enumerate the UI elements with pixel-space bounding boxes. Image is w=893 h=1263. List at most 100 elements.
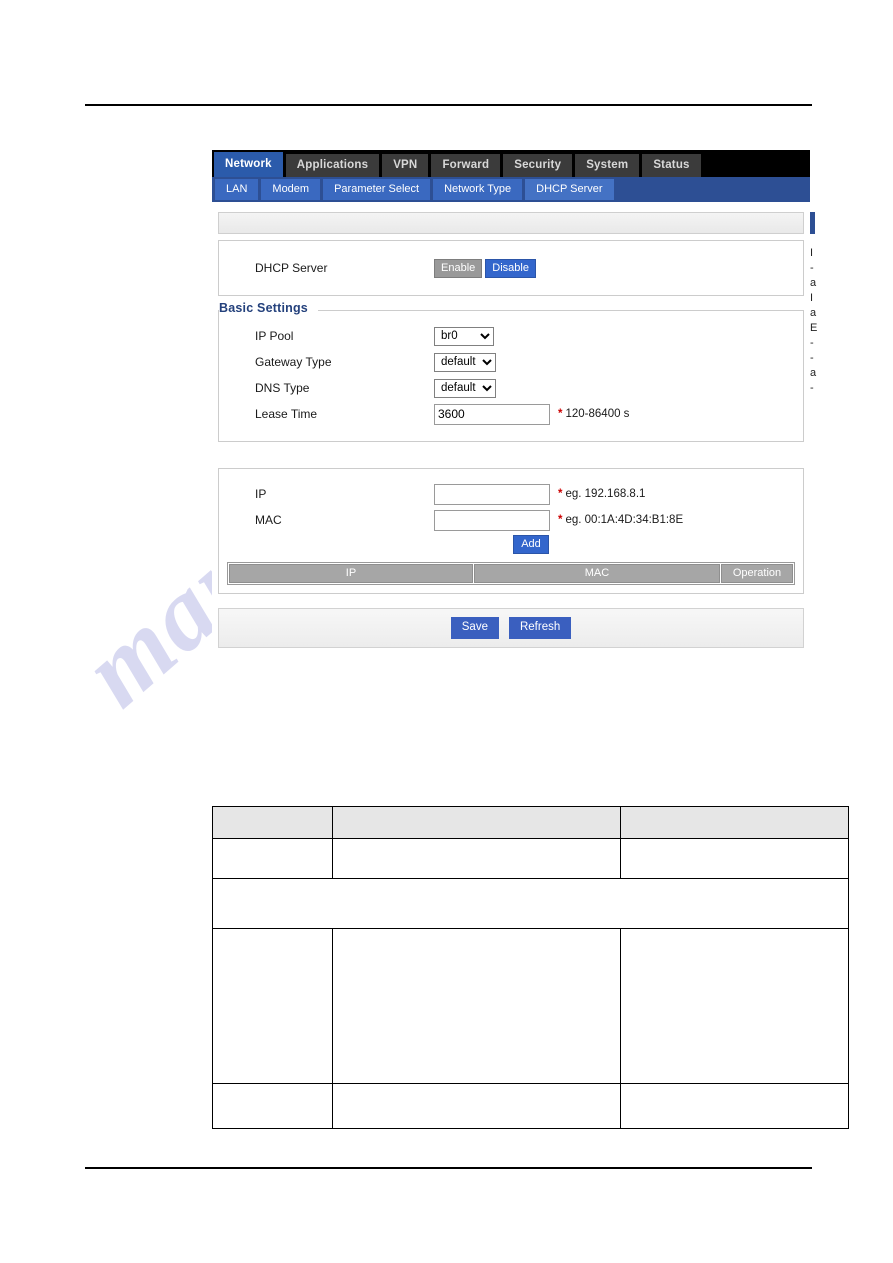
- lease-time-label: Lease Time: [255, 407, 318, 421]
- help-fragment: -: [810, 352, 814, 364]
- table-header-row: [212, 806, 849, 839]
- gateway-type-select[interactable]: default: [434, 352, 496, 372]
- parameter-description-table: [212, 806, 849, 1129]
- binding-col-mac: MAC: [474, 564, 720, 583]
- page-header-rule: [85, 104, 812, 106]
- ip-pool-label: IP Pool: [255, 329, 294, 343]
- secondary-navigation: LAN Modem Parameter Select Network Type …: [212, 177, 810, 202]
- lease-time-hint: * 120-86400 s: [558, 408, 629, 420]
- table-cell: [212, 928, 333, 1084]
- nav-tab-forward[interactable]: Forward: [431, 154, 501, 177]
- basic-settings-legend: Basic Settings: [219, 301, 803, 315]
- nav-tab-status[interactable]: Status: [642, 154, 701, 177]
- dhcp-server-row: DHCP Server Enable Disable: [219, 255, 803, 281]
- ui-content: DHCP Server Enable Disable Basic Setting…: [212, 202, 810, 648]
- ip-mac-binding-panel: IP * eg. 192.168.8.1 MAC * eg. 00:1A:4D:34…: [218, 468, 804, 594]
- table-cell: [212, 838, 333, 879]
- ip-pool-row: IP Pool br0: [219, 323, 803, 349]
- bind-ip-control: * eg. 192.168.8.1: [434, 483, 645, 505]
- subnav-tab-parameter-select[interactable]: Parameter Select: [323, 179, 431, 200]
- add-button[interactable]: Add: [513, 535, 549, 554]
- table-cell: [212, 1083, 333, 1129]
- bind-ip-hint-text: eg. 192.168.8.1: [565, 488, 646, 500]
- help-fragment: a: [810, 307, 817, 319]
- table-cell: [620, 806, 849, 839]
- lease-time-control: *120-86400 s: [434, 403, 629, 425]
- bind-mac-label: MAC: [255, 513, 282, 527]
- nav-tab-security[interactable]: Security: [503, 154, 573, 177]
- basic-settings-legend-text: Basic Settings: [219, 301, 318, 315]
- table-cell: [620, 838, 849, 879]
- nav-tab-network[interactable]: Network: [214, 152, 283, 177]
- doc-table-body: [212, 806, 849, 1129]
- bind-mac-input[interactable]: [434, 509, 550, 531]
- page-footer-rule: [85, 1167, 812, 1169]
- table-row-merged: [212, 878, 849, 929]
- help-fragment: I: [810, 292, 814, 304]
- help-fragment: a: [810, 277, 817, 289]
- subnav-tab-dhcp-server[interactable]: DHCP Server: [525, 179, 614, 200]
- bind-ip-row: IP * eg. 192.168.8.1: [219, 481, 803, 507]
- lease-time-row: Lease Time *120-86400 s: [219, 401, 803, 427]
- dhcp-server-toggle: Enable Disable: [434, 258, 536, 278]
- bind-ip-label: IP: [255, 487, 267, 501]
- dns-type-select[interactable]: default: [434, 378, 496, 398]
- nav-tab-vpn[interactable]: VPN: [382, 154, 429, 177]
- help-panel-clipped: I - a I a E - - a -: [810, 212, 826, 396]
- table-cell: [212, 806, 333, 839]
- dns-type-label: DNS Type: [255, 381, 310, 395]
- dns-type-row: DNS Type default: [219, 375, 803, 401]
- bind-mac-control: * eg. 00:1A:4D:34:B1:8E: [434, 509, 683, 531]
- dhcp-server-panel: DHCP Server Enable Disable: [218, 240, 804, 296]
- subnav-tab-lan[interactable]: LAN: [215, 179, 259, 200]
- binding-table-header: IP MAC Operation: [227, 562, 795, 585]
- binding-col-ip: IP: [229, 564, 473, 583]
- lease-time-hint-text: 120-86400 s: [565, 408, 630, 420]
- gateway-type-row: Gateway Type default: [219, 349, 803, 375]
- required-asterisk: *: [558, 408, 563, 420]
- disable-button[interactable]: Disable: [485, 258, 536, 278]
- bind-ip-input[interactable]: [434, 483, 550, 505]
- help-fragment: -: [810, 337, 814, 349]
- ip-pool-select[interactable]: br0: [434, 326, 494, 346]
- help-fragment: a: [810, 367, 817, 379]
- refresh-button[interactable]: Refresh: [508, 617, 572, 639]
- help-fragment: -: [810, 382, 814, 394]
- table-cell: [212, 878, 849, 929]
- basic-settings-fieldset: Basic Settings IP Pool br0 Gateway Type …: [218, 301, 804, 442]
- table-row: [212, 838, 849, 879]
- save-button[interactable]: Save: [450, 617, 499, 639]
- table-cell: [332, 838, 621, 879]
- gateway-type-control: default: [434, 352, 496, 372]
- dns-type-control: default: [434, 378, 496, 398]
- lease-time-input[interactable]: [434, 403, 550, 425]
- table-cell: [332, 806, 621, 839]
- table-cell: [620, 928, 849, 1084]
- nav-tab-applications[interactable]: Applications: [285, 154, 380, 177]
- action-bar: Save Refresh: [218, 608, 804, 648]
- table-cell: [332, 1083, 621, 1129]
- enable-button[interactable]: Enable: [434, 258, 483, 278]
- bind-mac-row: MAC * eg. 00:1A:4D:34:B1:8E: [219, 507, 803, 533]
- ip-pool-control: br0: [434, 326, 494, 346]
- bind-mac-hint-text: eg. 00:1A:4D:34:B1:8E: [565, 514, 684, 526]
- table-cell: [620, 1083, 849, 1129]
- help-fragment: E: [810, 322, 817, 334]
- bind-mac-hint: * eg. 00:1A:4D:34:B1:8E: [558, 514, 683, 526]
- nav-tab-system[interactable]: System: [575, 154, 640, 177]
- table-row: [212, 1083, 849, 1129]
- subnav-tab-modem[interactable]: Modem: [261, 179, 321, 200]
- subnav-tab-network-type[interactable]: Network Type: [433, 179, 523, 200]
- bind-ip-hint: * eg. 192.168.8.1: [558, 488, 645, 500]
- table-row: [212, 928, 849, 1084]
- primary-navigation: Network Applications VPN Forward Securit…: [212, 150, 810, 177]
- status-bar: [218, 212, 804, 234]
- required-asterisk: *: [558, 514, 563, 526]
- table-cell: [332, 928, 621, 1084]
- dhcp-server-label: DHCP Server: [255, 261, 328, 275]
- help-panel-accent: [810, 212, 815, 234]
- required-asterisk: *: [558, 488, 563, 500]
- gateway-type-label: Gateway Type: [255, 355, 332, 369]
- router-web-ui: Network Applications VPN Forward Securit…: [212, 150, 817, 648]
- add-button-wrap: Add: [259, 533, 803, 562]
